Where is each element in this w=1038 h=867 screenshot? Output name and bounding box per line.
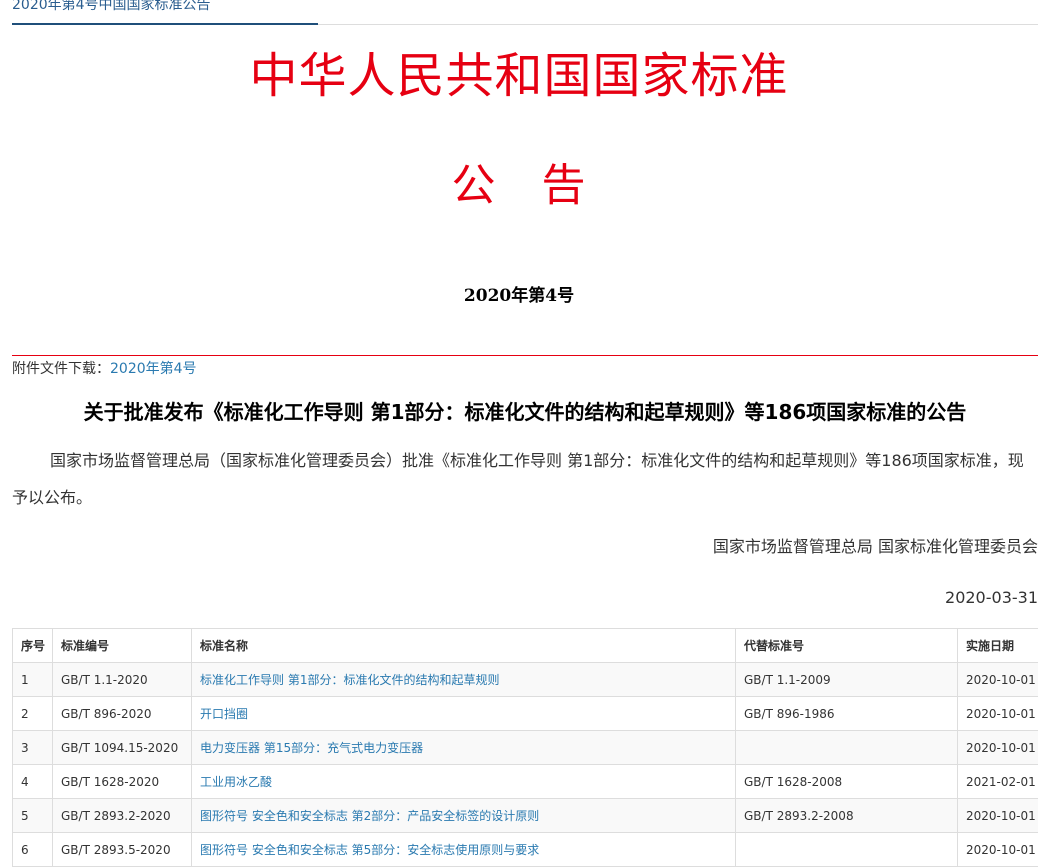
red-divider	[12, 355, 1038, 356]
row-code: GB/T 896-2020	[53, 697, 192, 731]
row-code: GB/T 2893.2-2020	[53, 799, 192, 833]
header-code: 标准编号	[53, 629, 192, 663]
standard-name-link[interactable]: 图形符号 安全色和安全标志 第2部分：产品安全标签的设计原则	[200, 809, 539, 823]
table-row: 4 GB/T 1628-2020 工业用冰乙酸 GB/T 1628-2008 2…	[13, 765, 1038, 799]
standard-title: 中华人民共和国国家标准	[0, 48, 1038, 104]
standard-name-link[interactable]: 开口挡圈	[200, 707, 248, 721]
signature-date: 2020-03-31	[945, 587, 1038, 609]
row-replaces: GB/T 896-1986	[736, 697, 958, 731]
table-header-row: 序号 标准编号 标准名称 代替标准号 实施日期	[13, 629, 1038, 663]
row-date: 2020-10-01	[958, 833, 1038, 867]
row-code: GB/T 1628-2020	[53, 765, 192, 799]
row-seq: 1	[13, 663, 53, 697]
row-date: 2020-10-01	[958, 663, 1038, 697]
row-seq: 5	[13, 799, 53, 833]
table-row: 5 GB/T 2893.2-2020 图形符号 安全色和安全标志 第2部分：产品…	[13, 799, 1038, 833]
table-row: 6 GB/T 2893.5-2020 图形符号 安全色和安全标志 第5部分：安全…	[13, 833, 1038, 867]
row-seq: 6	[13, 833, 53, 867]
table-row: 1 GB/T 1.1-2020 标准化工作导则 第1部分：标准化文件的结构和起草…	[13, 663, 1038, 697]
notice-body: 国家市场监督管理总局（国家标准化管理委员会）批准《标准化工作导则 第1部分：标准…	[12, 442, 1036, 516]
standard-name-link[interactable]: 标准化工作导则 第1部分：标准化文件的结构和起草规则	[200, 673, 499, 687]
header-name: 标准名称	[192, 629, 736, 663]
row-replaces: GB/T 1628-2008	[736, 765, 958, 799]
row-replaces: GB/T 1.1-2009	[736, 663, 958, 697]
announcement-number: 2020年第4号	[0, 285, 1038, 307]
row-code: GB/T 1094.15-2020	[53, 731, 192, 765]
active-tab-indicator	[12, 23, 318, 25]
attachment-label: 附件文件下载：	[12, 361, 110, 377]
row-code: GB/T 2893.5-2020	[53, 833, 192, 867]
table-row: 3 GB/T 1094.15-2020 电力变压器 第15部分：充气式电力变压器…	[13, 731, 1038, 765]
row-seq: 3	[13, 731, 53, 765]
attachment-link[interactable]: 2020年第4号	[110, 361, 197, 377]
signature-organization: 国家市场监督管理总局 国家标准化管理委员会	[713, 536, 1038, 558]
row-replaces	[736, 731, 958, 765]
table-row: 2 GB/T 896-2020 开口挡圈 GB/T 896-1986 2020-…	[13, 697, 1038, 731]
standard-name-link[interactable]: 电力变压器 第15部分：充气式电力变压器	[200, 741, 423, 755]
header-seq: 序号	[13, 629, 53, 663]
row-seq: 4	[13, 765, 53, 799]
row-replaces: GB/T 2893.2-2008	[736, 799, 958, 833]
attachment-download: 附件文件下载：2020年第4号	[12, 360, 197, 378]
row-code: GB/T 1.1-2020	[53, 663, 192, 697]
row-date: 2021-02-01	[958, 765, 1038, 799]
notice-title: 关于批准发布《标准化工作导则 第1部分：标准化文件的结构和起草规则》等186项国…	[0, 398, 1038, 426]
row-date: 2020-10-01	[958, 799, 1038, 833]
row-date: 2020-10-01	[958, 731, 1038, 765]
row-date: 2020-10-01	[958, 697, 1038, 731]
row-replaces	[736, 833, 958, 867]
row-seq: 2	[13, 697, 53, 731]
breadcrumb-current-tab[interactable]: 2020年第4号中国国家标准公告	[12, 0, 211, 14]
standard-name-link[interactable]: 工业用冰乙酸	[200, 775, 272, 789]
standard-name-link[interactable]: 图形符号 安全色和安全标志 第5部分：安全标志使用原则与要求	[200, 843, 539, 857]
standards-table: 序号 标准编号 标准名称 代替标准号 实施日期 1 GB/T 1.1-2020 …	[12, 628, 1038, 867]
header-replaces: 代替标准号	[736, 629, 958, 663]
announcement-heading: 公 告	[0, 160, 1038, 212]
header-date: 实施日期	[958, 629, 1038, 663]
